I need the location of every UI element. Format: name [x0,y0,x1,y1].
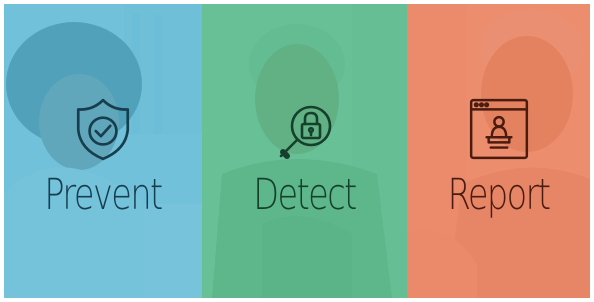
shield-check-icon [70,96,136,162]
panel-prevent: Prevent [4,4,202,298]
panel-detect: Detect [202,4,407,298]
panel-report: Report [407,4,590,298]
panel-label-report: Report [447,170,551,220]
magnifier-lock-icon [273,102,337,166]
browser-report-icon [466,96,532,162]
banner: Prevent Detect Report [4,4,590,298]
panel-label-prevent: Prevent [44,170,163,220]
panel-label-detect: Detect [253,170,357,220]
